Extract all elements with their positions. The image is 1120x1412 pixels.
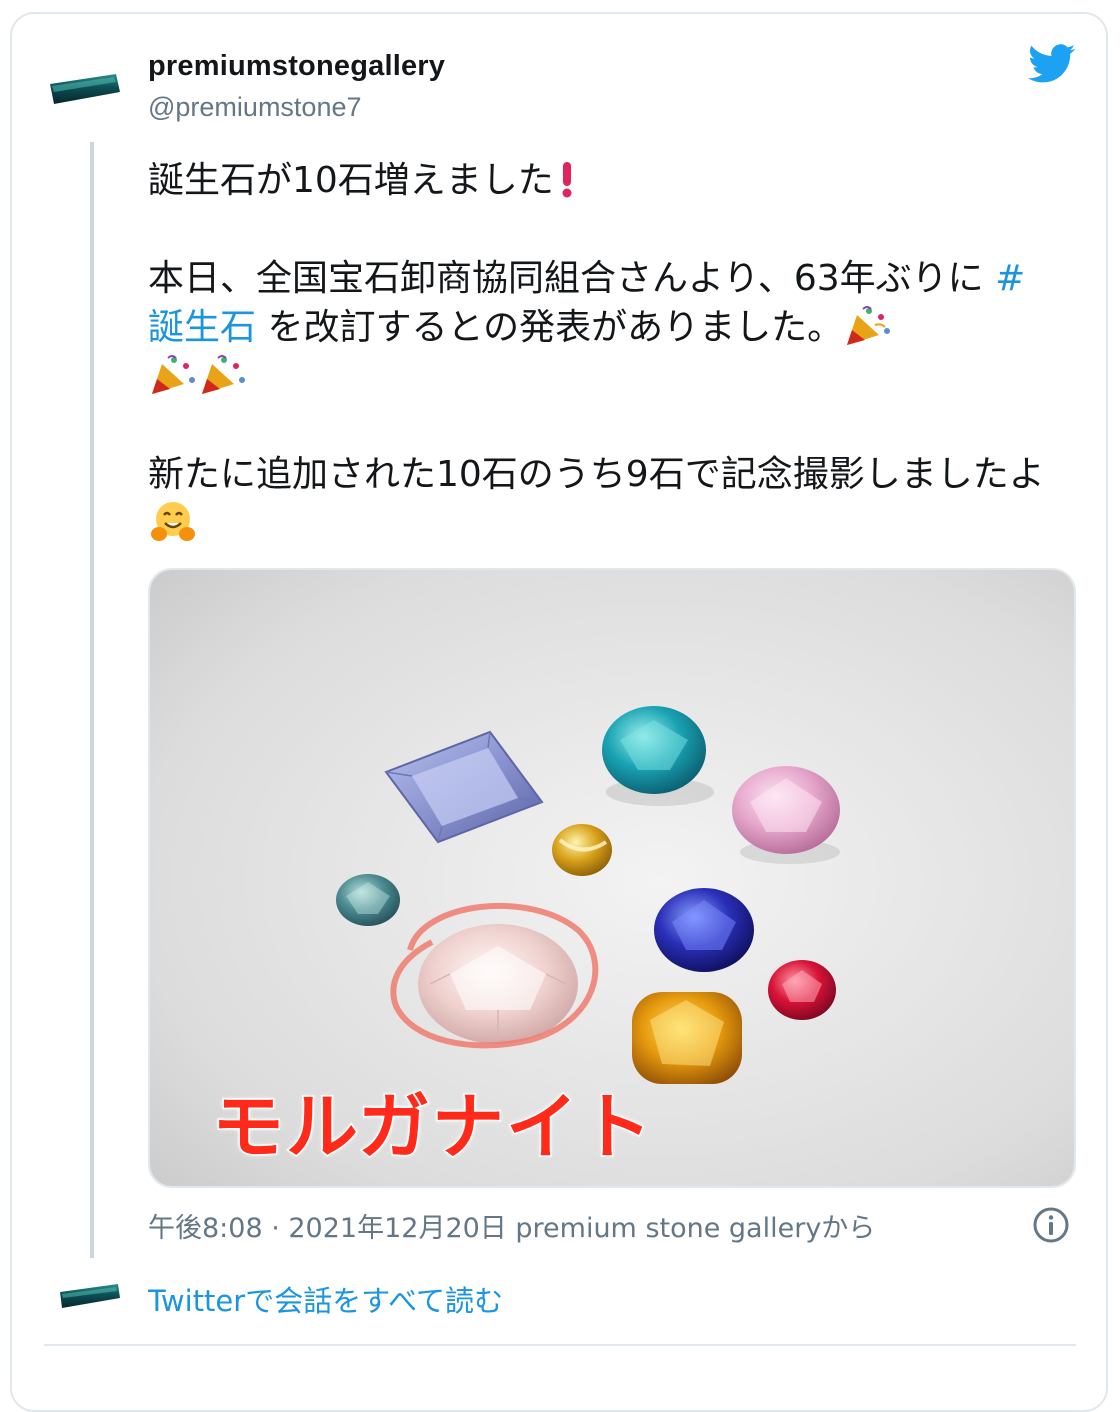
- thread-line: [90, 142, 94, 1258]
- para2-text-2: を改訂するとの発表がありました。: [256, 307, 844, 348]
- footer-divider: [44, 1344, 1076, 1346]
- party-popper-emoji: [202, 355, 245, 394]
- tweet-line-1-text: 誕生石が10石増えました: [148, 160, 554, 201]
- profile-avatar[interactable]: [46, 70, 122, 112]
- tweet-paragraph-3: 新たに追加された10石のうち9石で記念撮影しましたよ: [148, 450, 1058, 548]
- tweet-timestamp[interactable]: 午後8:08 · 2021年12月20日 premium stone galle…: [148, 1206, 875, 1245]
- party-popper-emoji: [847, 306, 891, 345]
- exclamation-emoji: [562, 162, 572, 198]
- tweet-line-1: 誕生石が10石増えました: [148, 156, 1058, 205]
- tweet-paragraph-2: 本日、全国宝石卸商協同組合さんより、63年ぶりに #誕生石 を改訂するとの発表が…: [148, 254, 1058, 401]
- info-icon[interactable]: [1032, 1206, 1070, 1244]
- party-popper-emoji: [152, 355, 195, 394]
- morganite-label: モルガナイト: [211, 1084, 654, 1171]
- para3-text: 新たに追加された10石のうち9石で記念撮影しましたよ: [148, 454, 1045, 495]
- profile-avatar-small[interactable]: [58, 1282, 122, 1312]
- hugging-face-emoji: [151, 502, 195, 541]
- tweet-text: 誕生石が10石増えました 本日、全国宝石卸商協同組合さんより、63年ぶりに #誕…: [148, 156, 1058, 548]
- twitter-bird-icon[interactable]: [1028, 44, 1076, 84]
- read-conversation-link[interactable]: Twitterで会話をすべて読む: [148, 1278, 503, 1320]
- display-name[interactable]: premiumstonegallery: [148, 50, 445, 83]
- para2-text-1: 本日、全国宝石卸商協同組合さんより、63年ぶりに: [148, 258, 996, 299]
- user-handle[interactable]: @premiumstone7: [148, 92, 362, 123]
